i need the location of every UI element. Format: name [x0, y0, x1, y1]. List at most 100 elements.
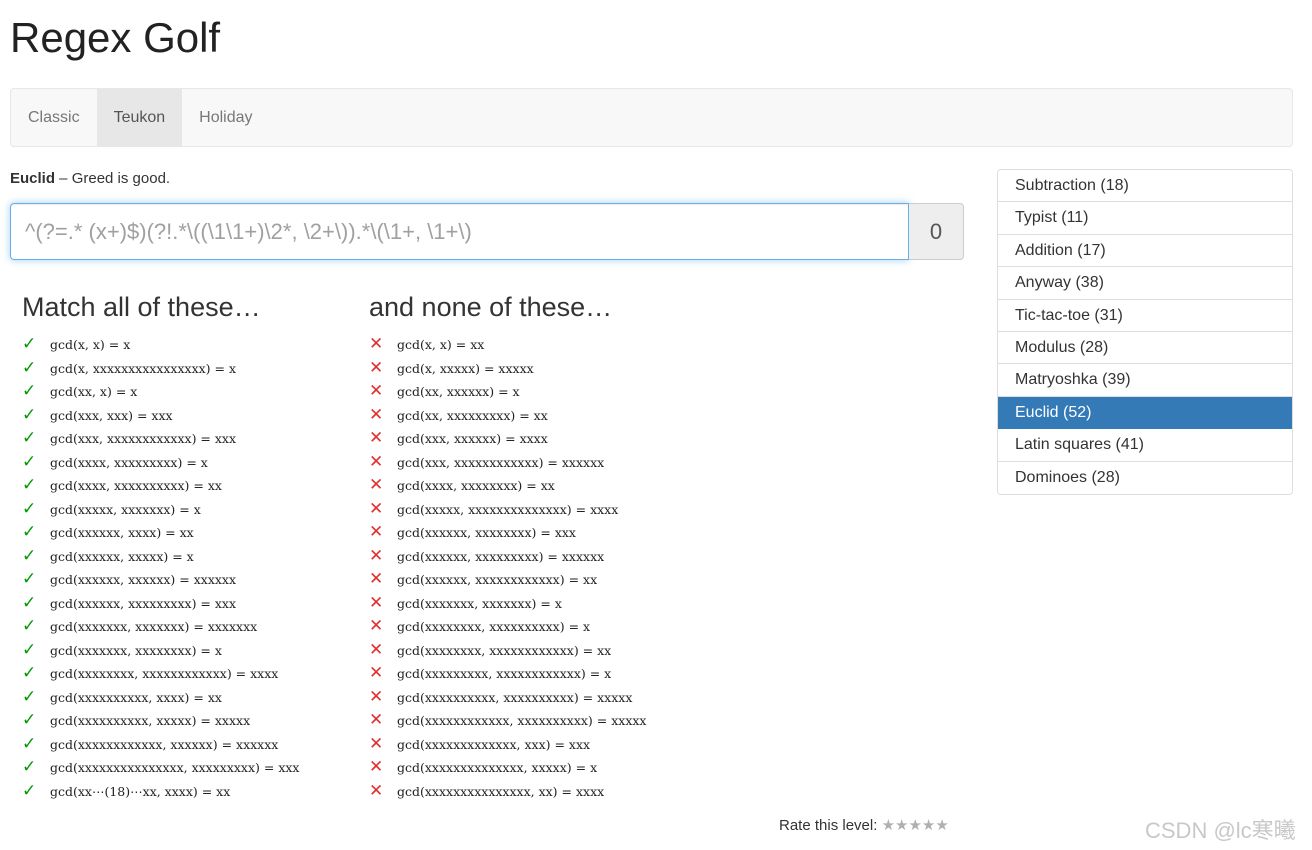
example-text: gcd(xxxxxx, xxxxxxxx) = xxx	[397, 525, 576, 541]
list-item: ✕ gcd(xxxxxxxxxxxxxx, xxxxx) = x	[369, 756, 646, 780]
example-text: gcd(xxxxxxxx, xxxxxxxxxx) = x	[397, 619, 591, 635]
list-item: ✕ gcd(xxxxxxxxxxxxx, xxx) = xxx	[369, 733, 646, 757]
example-text: gcd(xxxxxxx, xxxxxxx) = xxxxxxx	[50, 619, 258, 635]
example-text: gcd(x, x) = xx	[397, 337, 485, 353]
example-text: gcd(xxxxxxxx, xxxxxxxxxxxx) = xxxx	[50, 666, 279, 682]
check-icon: ✓	[22, 592, 37, 613]
list-item: ✓ gcd(xxxxxx, xxxxxxxxx) = xxx	[22, 592, 299, 616]
example-text: gcd(xxxxxx, xxxxxxxxxxxx) = xx	[397, 572, 598, 588]
check-icon: ✓	[22, 757, 37, 778]
check-icon: ✓	[22, 616, 37, 637]
example-text: gcd(xxxx, xxxxxxxxx) = x	[50, 454, 208, 470]
level-item[interactable]: Typist (11)	[998, 202, 1292, 235]
level-item[interactable]: Euclid (52)	[998, 396, 1292, 430]
list-item: ✕ gcd(xxxxxx, xxxxxxxxxxxx) = xx	[369, 568, 646, 592]
match-column: Match all of these… ✓ gcd(x, x) = x ✓ gcd(x…	[22, 290, 299, 799]
cross-icon: ✕	[369, 404, 384, 425]
list-item: ✕ gcd(xxx, xxxxxx) = xxxx	[369, 427, 646, 451]
cross-icon: ✕	[369, 522, 384, 543]
list-item: ✕ gcd(xxxxx, xxxxxxxxxxxxxx) = xxxx	[369, 498, 646, 522]
check-icon: ✓	[22, 522, 37, 543]
watermark: CSDN @lc寒曦	[1145, 818, 1296, 843]
example-text: gcd(xxxxxxx, xxxxxxxx) = x	[50, 642, 222, 658]
list-item: ✓ gcd(xxxxxx, xxxxx) = x	[22, 545, 299, 569]
cross-icon: ✕	[369, 545, 384, 566]
cross-icon: ✕	[369, 639, 384, 660]
example-text: gcd(xxxx, xxxxxxxxxx) = xx	[50, 478, 222, 494]
nomatch-list: ✕ gcd(x, x) = xx ✕ gcd(x, xxxxx) = xxxxx ✕ gc…	[369, 333, 646, 803]
level-item[interactable]: Matryoshka (39)	[998, 364, 1292, 397]
example-text: gcd(xxxxxxxxx, xxxxxxxxxxxx) = x	[397, 666, 612, 682]
level-set-nav: Classic Teukon Holiday	[10, 88, 1293, 147]
example-text: gcd(xx, xxxxxxxxx) = xx	[397, 407, 548, 423]
list-item: ✕ gcd(xxxxxx, xxxxxxxx) = xxx	[369, 521, 646, 545]
match-list: ✓ gcd(x, x) = x ✓ gcd(x, xxxxxxxxxxxxxxxx) …	[22, 333, 299, 803]
example-text: gcd(xxxxxxx, xxxxxxx) = x	[397, 595, 562, 611]
list-item: ✓ gcd(xx⋯(18)⋯xx, xxxx) = xx	[22, 780, 299, 804]
check-icon: ✓	[22, 780, 37, 801]
list-item: ✓ gcd(xxxxxxxxxx, xxxx) = xx	[22, 686, 299, 710]
regex-input-group: 0	[10, 203, 964, 260]
list-item: ✓ gcd(xxxxxxx, xxxxxxx) = xxxxxxx	[22, 615, 299, 639]
list-item: ✕ gcd(xxxx, xxxxxxxx) = xx	[369, 474, 646, 498]
cross-icon: ✕	[369, 498, 384, 519]
example-text: gcd(xx⋯(18)⋯xx, xxxx) = xx	[50, 783, 231, 799]
list-item: ✓ gcd(xxxxxxxxxxxxxxx, xxxxxxxxx) = xxx	[22, 756, 299, 780]
puzzle-description: Euclid – Greed is good.	[10, 170, 170, 187]
cross-icon: ✕	[369, 451, 384, 472]
list-item: ✓ gcd(xxxxx, xxxxxxx) = x	[22, 498, 299, 522]
regex-input[interactable]	[10, 203, 909, 260]
level-item[interactable]: Dominoes (28)	[998, 461, 1292, 494]
list-item: ✕ gcd(xxxxxxxxxxxx, xxxxxxxxxx) = xxxxx	[369, 709, 646, 733]
cross-icon: ✕	[369, 710, 384, 731]
tab-classic[interactable]: Classic	[11, 89, 97, 146]
example-text: gcd(x, xxxxxxxxxxxxxxxx) = x	[50, 360, 237, 376]
level-item[interactable]: Anyway (38)	[998, 267, 1292, 300]
list-item: ✓ gcd(xxxxxxxxxx, xxxxx) = xxxxx	[22, 709, 299, 733]
list-item: ✓ gcd(xxx, xxxxxxxxxxxx) = xxx	[22, 427, 299, 451]
level-item[interactable]: Addition (17)	[998, 234, 1292, 268]
level-item[interactable]: Latin squares (41)	[998, 429, 1292, 462]
list-item: ✓ gcd(xxx, xxx) = xxx	[22, 404, 299, 428]
example-text: gcd(xxx, xxx) = xxx	[50, 407, 173, 423]
cross-icon: ✕	[369, 569, 384, 590]
tab-holiday[interactable]: Holiday	[182, 89, 269, 146]
level-item[interactable]: Subtraction (18)	[998, 170, 1292, 203]
example-text: gcd(xxxxxxxxxxxxxx, xxxxx) = x	[397, 760, 598, 776]
rate-label: Rate this level:	[779, 817, 878, 834]
check-icon: ✓	[22, 451, 37, 472]
check-icon: ✓	[22, 569, 37, 590]
star-icon[interactable]: ★★★★★	[882, 817, 949, 834]
cross-icon: ✕	[369, 733, 384, 754]
cross-icon: ✕	[369, 757, 384, 778]
example-text: gcd(xxxxxxxxxxxxxxx, xx) = xxxx	[397, 783, 605, 799]
list-item: ✕ gcd(x, xxxxx) = xxxxx	[369, 357, 646, 381]
check-icon: ✓	[22, 663, 37, 684]
rate-level: Rate this level: ★★★★★	[779, 816, 949, 834]
level-item[interactable]: Tic-tac-toe (31)	[998, 299, 1292, 332]
list-item: ✕ gcd(xxxxxxxxxxxxxxx, xx) = xxxx	[369, 780, 646, 804]
list-item: ✓ gcd(xxxx, xxxxxxxxxx) = xx	[22, 474, 299, 498]
list-item: ✕ gcd(xxxxxxxxx, xxxxxxxxxxxx) = x	[369, 662, 646, 686]
example-text: gcd(xxxxxx, xxxxxx) = xxxxxx	[50, 572, 237, 588]
example-text: gcd(xx, x) = x	[50, 384, 138, 400]
puzzle-separator: –	[55, 170, 72, 187]
check-icon: ✓	[22, 710, 37, 731]
example-text: gcd(xxxxx, xxxxxxx) = x	[50, 501, 201, 517]
cross-icon: ✕	[369, 616, 384, 637]
list-item: ✓ gcd(xx, x) = x	[22, 380, 299, 404]
nomatch-heading: and none of these…	[369, 292, 613, 322]
list-item: ✕ gcd(xxxxxxx, xxxxxxx) = x	[369, 592, 646, 616]
example-text: gcd(xxxxxx, xxxxx) = x	[50, 548, 194, 564]
example-text: gcd(xxxxx, xxxxxxxxxxxxxx) = xxxx	[397, 501, 619, 517]
level-item[interactable]: Modulus (28)	[998, 331, 1292, 365]
example-text: gcd(xxxxxx, xxxxxxxxx) = xxx	[50, 595, 237, 611]
cross-icon: ✕	[369, 475, 384, 496]
list-item: ✕ gcd(xxxxxxxx, xxxxxxxxxxxx) = xx	[369, 639, 646, 663]
example-text: gcd(xxx, xxxxxxxxxxxx) = xxx	[50, 431, 237, 447]
list-item: ✕ gcd(xxx, xxxxxxxxxxxx) = xxxxxx	[369, 451, 646, 475]
example-text: gcd(xxxxxxxxxxxxxxx, xxxxxxxxx) = xxx	[50, 760, 300, 776]
example-text: gcd(x, xxxxx) = xxxxx	[397, 360, 534, 376]
tab-teukon[interactable]: Teukon	[96, 89, 183, 146]
puzzle-name: Euclid	[10, 170, 56, 187]
